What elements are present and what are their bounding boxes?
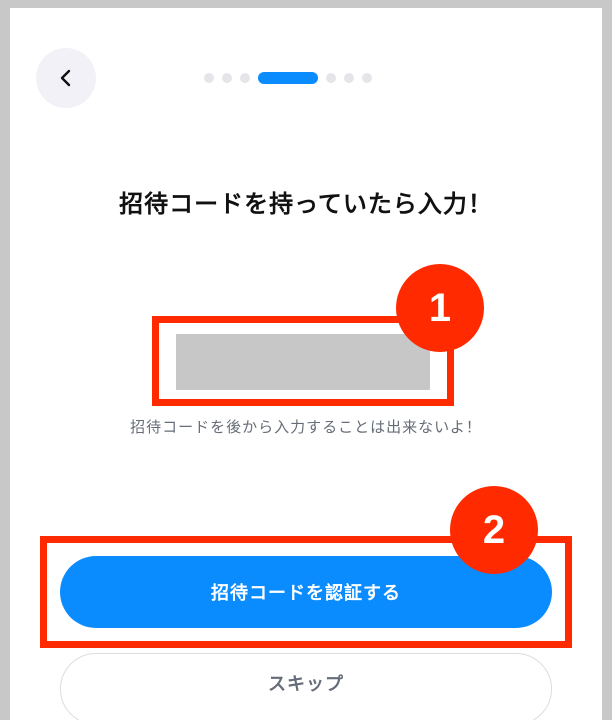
screen: 招待コードを持っていたら入力！ 1 招待コードを後から入力することは出来ないよ！… <box>10 8 602 720</box>
back-button[interactable] <box>36 48 96 108</box>
step-dot <box>362 73 372 83</box>
annotation-badge-2: 2 <box>450 486 538 574</box>
step-dot <box>204 73 214 83</box>
skip-button[interactable]: スキップ <box>60 653 552 720</box>
step-dot <box>222 73 232 83</box>
chevron-left-icon <box>60 69 71 87</box>
hint-text: 招待コードを後から入力することは出来ないよ！ <box>130 418 482 436</box>
step-dot <box>326 73 336 83</box>
annotation-badge-1: 1 <box>396 264 484 352</box>
page-title: 招待コードを持っていたら入力！ <box>119 190 493 218</box>
step-indicator <box>204 72 372 84</box>
step-dot <box>240 73 250 83</box>
invite-code-input[interactable] <box>176 334 430 390</box>
step-dot-active <box>258 72 318 84</box>
step-dot <box>344 73 354 83</box>
